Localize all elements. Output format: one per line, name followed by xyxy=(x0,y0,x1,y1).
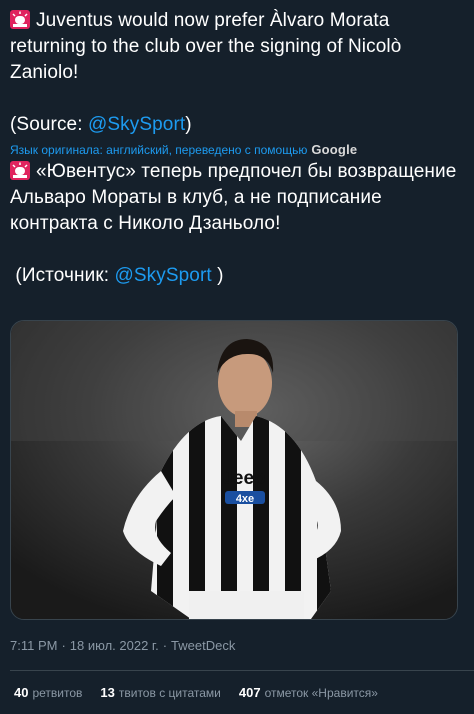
quotes-label: твитов с цитатами xyxy=(118,686,221,700)
translated-line: «Ювентус» теперь предпочел бы возвращени… xyxy=(10,161,462,234)
tweet-date[interactable]: 18 июл. 2022 г. xyxy=(70,638,159,653)
jersey-sponsor: Jeep xyxy=(222,468,265,489)
meta-separator: · xyxy=(61,638,66,653)
translation-label[interactable]: Язык оригинала: английский, переведено с… xyxy=(10,141,307,159)
source-prefix: (Source: xyxy=(10,114,88,135)
tweet-client: TweetDeck xyxy=(171,638,236,653)
translated-text: «Ювентус» теперь предпочел бы возвращени… xyxy=(10,159,466,289)
translation-note: Язык оригинала: английский, переведено с… xyxy=(10,141,466,159)
player-photo: Jeep 4xe xyxy=(11,321,457,619)
original-text: Juventus would now prefer Àlvaro Morata … xyxy=(10,8,466,138)
retweets-label: ретвитов xyxy=(32,686,83,700)
translated-source-prefix: (Источник: xyxy=(10,265,115,286)
divider xyxy=(10,670,474,671)
retweets-stat[interactable]: 40 ретвитов xyxy=(14,685,82,700)
jersey-sponsor-sub: 4xe xyxy=(236,493,254,505)
likes-label: отметок «Нравится» xyxy=(264,686,378,700)
meta-separator: · xyxy=(162,638,168,653)
police-light-icon xyxy=(10,161,30,180)
translated-source-mention-link[interactable]: @SkySport xyxy=(115,265,212,286)
police-light-icon xyxy=(10,10,30,29)
quotes-stat[interactable]: 13 твитов с цитатами xyxy=(100,685,220,700)
tweet-text: Juventus would now prefer Àlvaro Morata … xyxy=(10,8,466,289)
tweet-photo[interactable]: Jeep 4xe xyxy=(10,320,458,620)
google-logo: Google xyxy=(311,142,358,157)
retweets-count: 40 xyxy=(14,685,29,700)
likes-stat[interactable]: 407 отметок «Нравится» xyxy=(239,685,378,700)
translated-source-suffix: ) xyxy=(211,265,224,286)
source-suffix: ) xyxy=(185,114,192,135)
likes-count: 407 xyxy=(238,685,261,700)
quotes-count: 13 xyxy=(100,685,115,700)
tweet-stats: 40 ретвитов 13 твитов с цитатами 407 отмето… xyxy=(14,685,378,700)
tweet-time[interactable]: 7:11 PM xyxy=(10,638,57,653)
tweet-meta: 7:11 PM · 18 июл. 2022 г. · TweetDeck xyxy=(10,638,235,653)
source-mention-link[interactable]: @SkySport xyxy=(88,114,185,135)
original-line: Juventus would now prefer Àlvaro Morata … xyxy=(10,10,407,83)
